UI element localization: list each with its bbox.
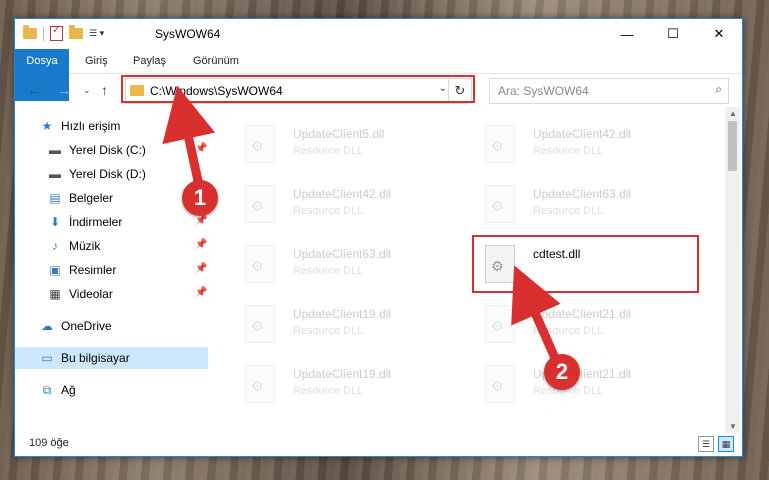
arrow-to-address-bar (162, 85, 216, 191)
step-badge-1: 1 (182, 180, 218, 216)
arrow-to-cdtest-file (511, 265, 561, 360)
step-badge-2: 2 (544, 354, 580, 390)
annotation-arrows (162, 85, 561, 360)
